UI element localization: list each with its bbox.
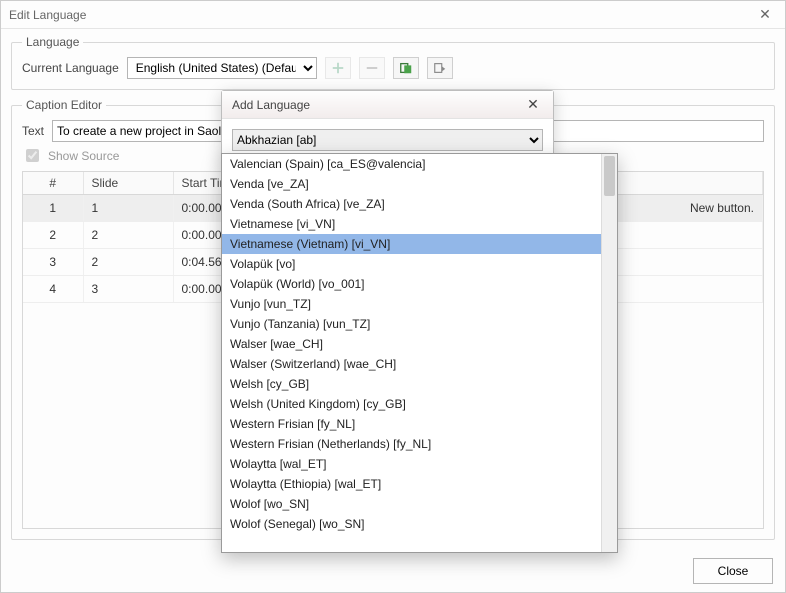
language-option[interactable]: Venda [ve_ZA] [222,174,601,194]
language-legend: Language [22,35,83,49]
titlebar: Edit Language ✕ [1,1,785,29]
current-language-select[interactable]: English (United States) (Default) [127,57,317,79]
language-option[interactable]: Walser (Switzerland) [wae_CH] [222,354,601,374]
cell-slide: 2 [83,222,173,249]
add-language-dialog: Add Language ✕ Abkhazian [ab] [221,90,554,162]
remove-language-button[interactable] [359,57,385,79]
language-properties-button[interactable] [393,57,419,79]
language-option[interactable]: Western Frisian [fy_NL] [222,414,601,434]
popup-title: Add Language [232,98,523,112]
cell-slide: 2 [83,249,173,276]
language-option[interactable]: Volapük (World) [vo_001] [222,274,601,294]
cell-slide: 3 [83,276,173,303]
col-num[interactable]: # [23,172,83,195]
language-option[interactable]: Welsh [cy_GB] [222,374,601,394]
add-language-button[interactable] [325,57,351,79]
language-option[interactable]: Venda (South Africa) [ve_ZA] [222,194,601,214]
language-option[interactable]: Volapük [vo] [222,254,601,274]
show-source-input[interactable] [26,149,39,162]
language-option[interactable]: Vietnamese (Vietnam) [vi_VN] [222,234,601,254]
language-option-list[interactable]: Valencian (Spain) [ca_ES@valencia]Venda … [222,154,601,552]
props-icon [399,61,413,75]
cell-num: 4 [23,276,83,303]
current-language-label: Current Language [22,61,119,75]
language-dropdown-list: Valencian (Spain) [ca_ES@valencia]Venda … [221,153,618,553]
dropdown-scrollbar[interactable] [601,154,617,552]
scrollbar-thumb[interactable] [604,156,615,196]
cell-slide: 1 [83,195,173,222]
language-option[interactable]: Wolof (Senegal) [wo_SN] [222,514,601,534]
cell-num: 3 [23,249,83,276]
language-option[interactable]: Vietnamese [vi_VN] [222,214,601,234]
caption-legend: Caption Editor [22,98,106,112]
close-button[interactable]: Close [693,558,773,584]
language-option[interactable]: Wolaytta (Ethiopia) [wal_ET] [222,474,601,494]
language-option[interactable]: Valencian (Spain) [ca_ES@valencia] [222,154,601,174]
minus-icon [365,61,379,75]
plus-icon [331,61,345,75]
popup-titlebar: Add Language ✕ [222,91,553,119]
language-option[interactable]: Vunjo (Tanzania) [vun_TZ] [222,314,601,334]
show-source-label: Show Source [48,149,119,163]
cell-num: 2 [23,222,83,249]
footer: Close [1,550,785,592]
cell-num: 1 [23,195,83,222]
language-option[interactable]: Welsh (United Kingdom) [cy_GB] [222,394,601,414]
close-icon[interactable]: ✕ [753,6,777,23]
text-label: Text [22,124,44,138]
language-option[interactable]: Vunjo [vun_TZ] [222,294,601,314]
export-language-button[interactable] [427,57,453,79]
language-option[interactable]: Wolof [wo_SN] [222,494,601,514]
language-option[interactable]: Western Frisian (Netherlands) [fy_NL] [222,434,601,454]
language-group: Language Current Language English (Unite… [11,35,775,90]
language-picker-select[interactable]: Abkhazian [ab] [232,129,543,151]
export-icon [433,61,447,75]
col-slide[interactable]: Slide [83,172,173,195]
popup-close-icon[interactable]: ✕ [523,96,543,113]
language-option[interactable]: Walser [wae_CH] [222,334,601,354]
window-title: Edit Language [9,8,753,22]
language-option[interactable]: Wolaytta [wal_ET] [222,454,601,474]
